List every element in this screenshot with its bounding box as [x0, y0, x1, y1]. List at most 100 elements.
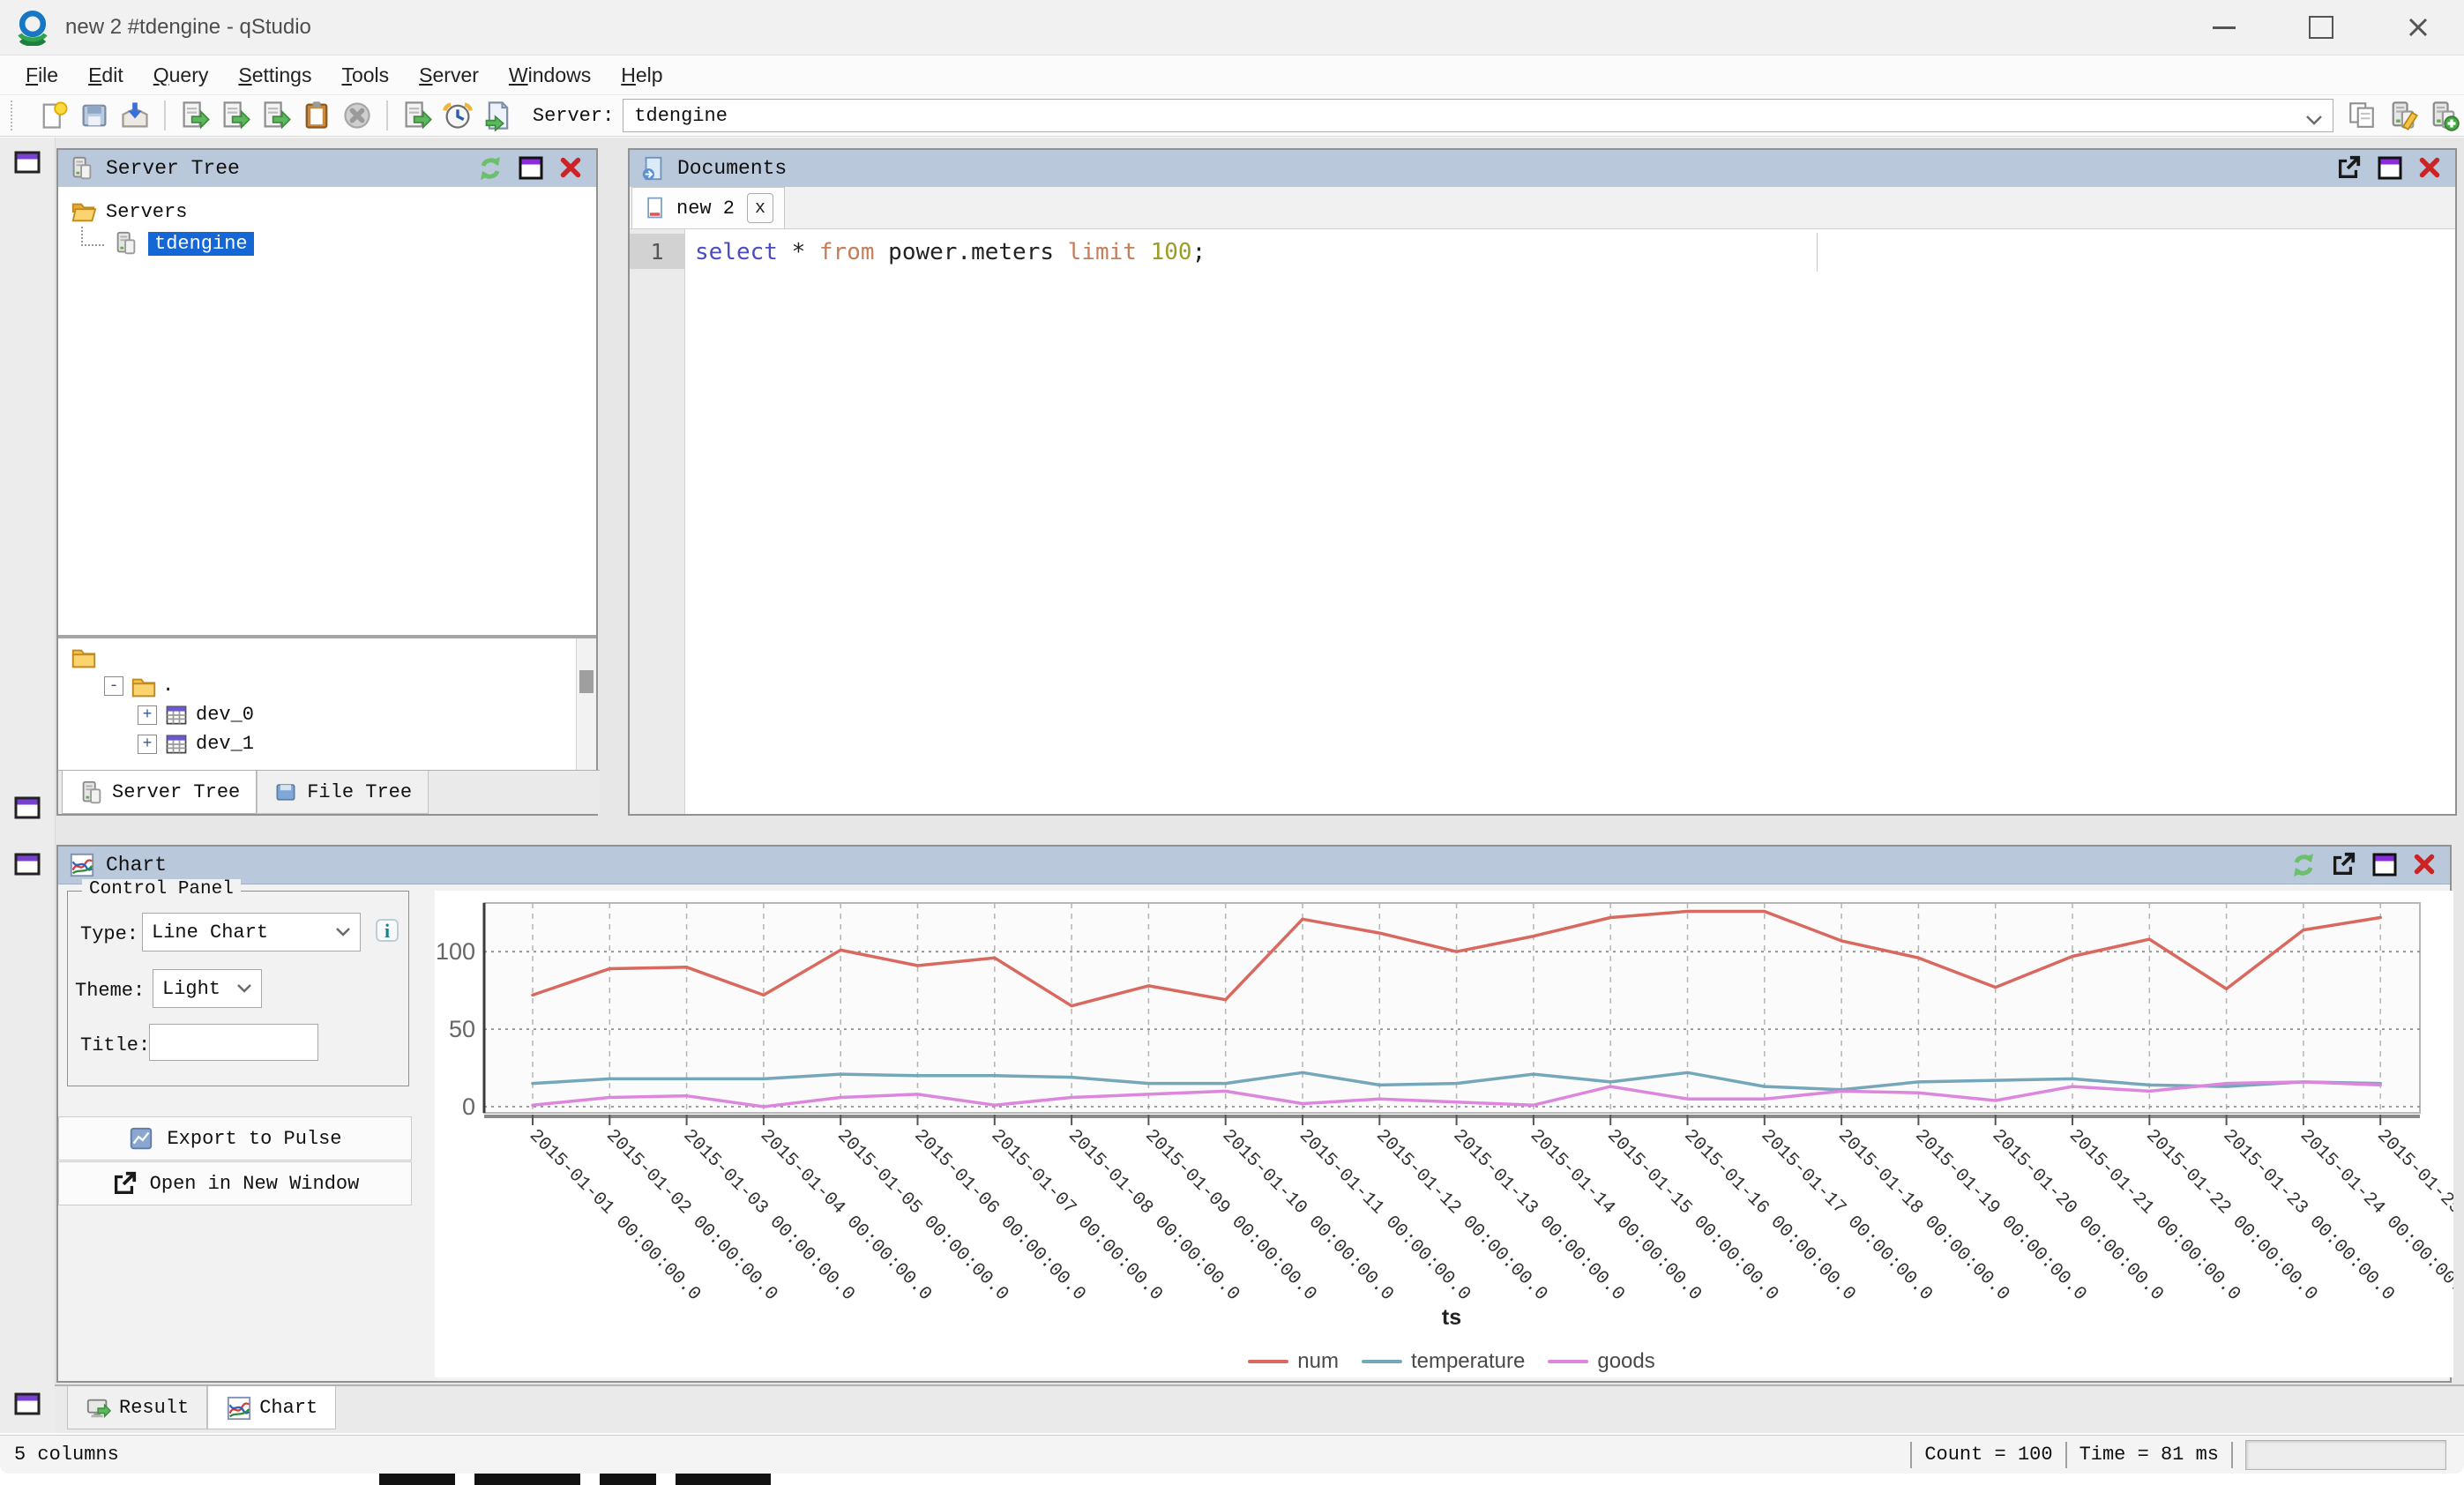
server-tree-panel: Server Tree Servers tdengine -.+dev_0+de… [56, 148, 598, 816]
server-tree-panel-header: Server Tree [58, 150, 596, 188]
external-icon[interactable] [2330, 851, 2358, 879]
sql-editor[interactable]: 1 select * from power.meters limit 100; [630, 229, 2455, 814]
clipboard-icon[interactable] [301, 100, 332, 131]
documents-panel-title: Documents [677, 157, 787, 180]
expand-toggle[interactable]: + [138, 705, 157, 725]
file-tree-item-.[interactable]: -. [58, 671, 596, 700]
dock-window-icon[interactable] [11, 1390, 43, 1418]
close-icon[interactable] [2411, 851, 2439, 879]
legend-item-num[interactable]: num [1248, 1349, 1339, 1374]
control-panel: Control Panel Type: Line Chart i Theme: … [67, 891, 409, 1086]
menu-item-file[interactable]: File [11, 63, 73, 87]
add-server-icon[interactable] [2428, 100, 2460, 131]
toolbar-left-icons [34, 100, 519, 131]
collapse-toggle[interactable]: - [104, 676, 123, 696]
dock-restore-icon[interactable] [11, 148, 43, 176]
tab-label: Chart [259, 1397, 317, 1419]
server-icon [69, 155, 95, 182]
tab-file-tree[interactable]: File Tree [257, 771, 429, 814]
svg-text:100: 100 [436, 938, 475, 965]
tree-item-tdengine[interactable]: tdengine [58, 228, 596, 259]
tab-server-tree[interactable]: Server Tree [62, 771, 257, 814]
status-bar: 5 columns Count = 100 Time = 81 ms [0, 1435, 2464, 1474]
chart-icon [226, 1395, 250, 1420]
tree-item-servers[interactable]: Servers [58, 196, 596, 228]
server-tree: Servers tdengine [58, 187, 596, 637]
legend-item-goods[interactable]: goods [1548, 1349, 1654, 1374]
copy-icon[interactable] [2347, 100, 2378, 131]
menu-item-tools[interactable]: Tools [326, 63, 404, 87]
scrollbar[interactable] [576, 638, 596, 772]
open-in-new-window-button[interactable]: Open in New Window [58, 1161, 412, 1205]
schedule-icon[interactable] [442, 100, 474, 131]
close-icon[interactable] [557, 154, 586, 183]
run-line-icon[interactable] [179, 100, 211, 131]
external-icon[interactable] [2335, 154, 2363, 183]
external-link-icon [111, 1170, 138, 1197]
document-tab-bar: new 2 x [630, 187, 2455, 229]
server-combo-label: Server: [533, 105, 614, 127]
dock-window-icon[interactable] [11, 850, 43, 878]
status-divider [1910, 1442, 1912, 1468]
code-line[interactable]: select * from power.meters limit 100; [695, 235, 1206, 269]
theme-select[interactable]: Light [153, 969, 262, 1008]
scrollbar-thumb[interactable] [579, 670, 594, 693]
menu-item-server[interactable]: Server [404, 63, 494, 87]
export-to-pulse-button[interactable]: Export to Pulse [58, 1116, 412, 1160]
legend-item-temperature[interactable]: temperature [1362, 1349, 1525, 1374]
menu-item-query[interactable]: Query [138, 63, 224, 87]
close-icon[interactable] [2416, 154, 2445, 183]
open-file-icon[interactable] [119, 100, 151, 131]
maximize-button[interactable] [2302, 8, 2341, 47]
cancel-query-icon[interactable] [341, 100, 373, 131]
send-to-server-icon[interactable] [401, 100, 433, 131]
chart-type-select[interactable]: Line Chart [142, 913, 361, 951]
new-file-icon[interactable] [38, 100, 70, 131]
refresh-icon[interactable] [476, 154, 504, 183]
tab-close-button[interactable]: x [747, 193, 773, 223]
server-tree-header-icons [464, 154, 586, 183]
tab-label: File Tree [307, 781, 412, 803]
file-tree-label: dev_1 [196, 733, 254, 755]
maximize-icon[interactable] [2371, 851, 2399, 879]
server-combo[interactable]: tdengine [623, 99, 2333, 132]
open-in-new-window-label: Open in New Window [150, 1173, 360, 1195]
documents-panel: Documents new 2 x 1 select * from power.… [628, 148, 2457, 816]
code-token: * [778, 239, 819, 265]
x-axis-title: ts [435, 1305, 2453, 1331]
tab-chart[interactable]: Chart [207, 1386, 336, 1429]
columns-status: 5 columns [14, 1444, 119, 1466]
tab-result[interactable]: Result [67, 1386, 207, 1429]
document-tab-new-2[interactable]: new 2 x [631, 187, 785, 228]
file-tree-item-dev_0[interactable]: +dev_0 [58, 700, 596, 729]
pulse-chart-icon [128, 1125, 154, 1152]
run-script-icon[interactable] [260, 100, 292, 131]
menu-item-help[interactable]: Help [606, 63, 677, 87]
file-tree-item[interactable] [58, 642, 596, 671]
menu-item-settings[interactable]: Settings [223, 63, 326, 87]
tree-item-label-selected: tdengine [148, 232, 254, 256]
maximize-icon[interactable] [517, 154, 545, 183]
refresh-icon[interactable] [2289, 851, 2318, 879]
expand-toggle[interactable]: + [138, 735, 157, 754]
script-icon[interactable] [482, 100, 514, 131]
legend-line-marker [1248, 1360, 1288, 1363]
table-icon [164, 732, 189, 757]
toolbar-drag-handle[interactable] [11, 101, 21, 131]
file-tree-item-dev_1[interactable]: + dev_1 [58, 729, 596, 758]
info-icon[interactable]: i [373, 916, 401, 944]
status-divider [2065, 1442, 2067, 1468]
chart-title-input[interactable] [149, 1024, 318, 1061]
document-tab-label: new 2 [676, 198, 735, 220]
edit-server-icon[interactable] [2387, 100, 2419, 131]
menu-item-windows[interactable]: Windows [494, 63, 606, 87]
maximize-icon[interactable] [2376, 154, 2404, 183]
menu-item-edit[interactable]: Edit [73, 63, 138, 87]
time-status: Time = 81 ms [2079, 1444, 2219, 1466]
close-button[interactable] [2399, 8, 2438, 47]
dock-window-icon[interactable] [11, 794, 43, 822]
save-icon[interactable] [78, 100, 110, 131]
minimize-button[interactable] [2205, 8, 2244, 47]
run-selection-icon[interactable] [220, 100, 251, 131]
documents-panel-header: Documents [630, 150, 2455, 188]
